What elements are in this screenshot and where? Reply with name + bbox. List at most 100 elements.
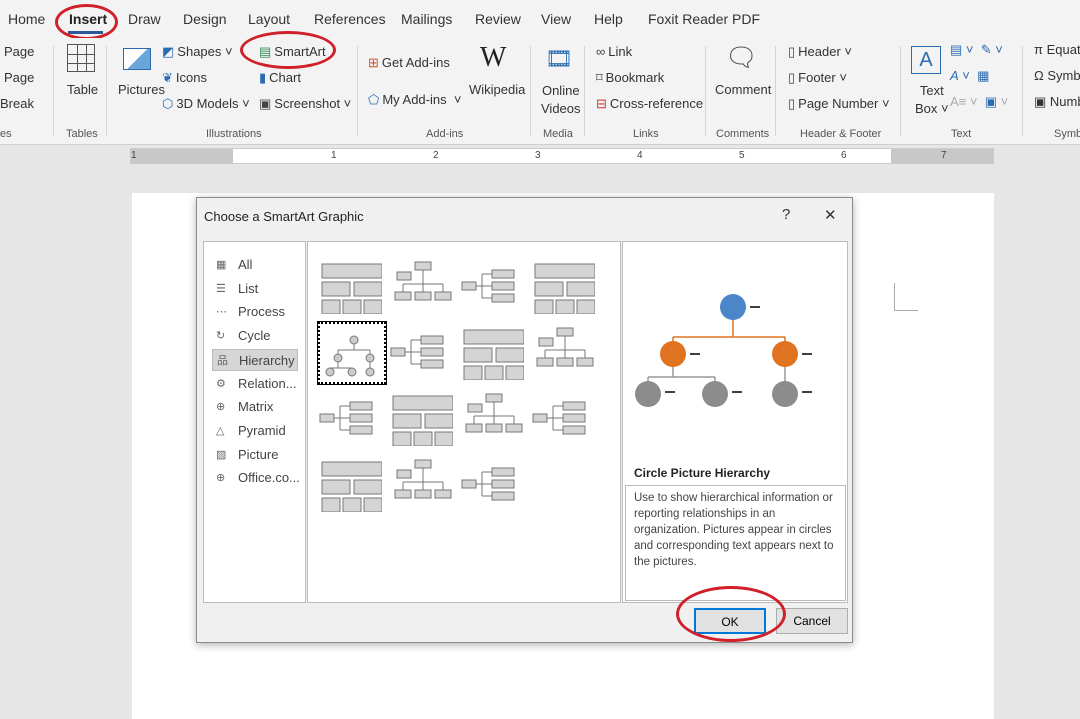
tab-view[interactable]: View	[541, 11, 571, 27]
3d-models-button[interactable]: ⬡ 3D Models ˅	[162, 96, 250, 112]
page-break-button[interactable]: Break	[0, 96, 34, 111]
text-box-button[interactable]: Text Box ˅	[915, 82, 949, 118]
online-videos-button[interactable]: Online Videos	[541, 82, 581, 118]
group-label-header-footer: Header & Footer	[800, 128, 882, 140]
divider	[775, 46, 776, 136]
category-relation[interactable]: ⚙ Relation...	[212, 373, 298, 395]
divider	[1022, 46, 1023, 136]
category-officeco[interactable]: ⊕ Office.co...	[212, 467, 300, 489]
category-list[interactable]: ☰ List	[212, 278, 298, 300]
layout-thumbnail[interactable]	[389, 256, 457, 318]
divider	[530, 46, 531, 136]
drop-cap-button[interactable]: A≡ ˅ ▣ ˅	[950, 94, 1008, 110]
layout-thumbnail[interactable]	[318, 454, 386, 516]
layout-preview-icon	[392, 395, 454, 447]
cancel-button[interactable]: Cancel	[776, 608, 848, 634]
blank-page-button[interactable]: Page	[4, 70, 34, 85]
tab-layout[interactable]: Layout	[248, 11, 290, 27]
all-icon: ▦	[216, 259, 227, 271]
bookmark-label: Bookmark	[605, 70, 665, 85]
cover-page-button[interactable]: Page	[4, 44, 34, 59]
number-button[interactable]: ▣ Numb	[1034, 94, 1080, 110]
group-label-illustrations: Illustrations	[206, 128, 262, 140]
icons-button[interactable]: ❦ Icons	[162, 70, 207, 86]
close-button[interactable]: ✕	[824, 206, 837, 224]
quick-parts-button[interactable]: ▤ ˅ ✎ ˅	[950, 42, 1003, 58]
tab-help[interactable]: Help	[594, 11, 623, 27]
layout-thumbnail[interactable]	[318, 256, 386, 318]
category-hierarchy[interactable]: 品 Hierarchy	[212, 348, 298, 371]
get-addins-button[interactable]: ⊞ Get Add-ins	[368, 55, 450, 71]
screenshot-button[interactable]: ▣ Screenshot ˅	[259, 96, 351, 112]
wikipedia-icon: W	[480, 42, 507, 73]
group-label-media: Media	[543, 128, 573, 140]
divider	[357, 46, 358, 136]
tab-design[interactable]: Design	[183, 11, 227, 27]
horizontal-ruler[interactable]: 1 1 2 3 4 5 6 7	[130, 148, 994, 164]
pi-icon: π	[1034, 42, 1047, 57]
tab-mailings[interactable]: Mailings	[401, 11, 452, 27]
layout-thumbnail[interactable]	[389, 388, 457, 450]
chart-button[interactable]: ▮ Chart	[259, 70, 301, 86]
category-label: Cycle	[238, 328, 271, 344]
category-pyramid[interactable]: △ Pyramid	[212, 420, 298, 442]
margin-corner-mark	[894, 283, 918, 311]
layout-thumbnail[interactable]	[460, 322, 528, 384]
tab-draw[interactable]: Draw	[128, 11, 161, 27]
layout-thumbnail[interactable]	[318, 388, 386, 450]
layout-thumbnail[interactable]	[460, 256, 528, 318]
divider	[705, 46, 706, 136]
comment-button[interactable]: Comment	[715, 82, 771, 97]
link-button[interactable]: ∞ Link	[596, 44, 632, 59]
bookmark-button[interactable]: ⌑ Bookmark	[596, 70, 664, 86]
category-matrix[interactable]: ⊕ Matrix	[212, 396, 298, 418]
layout-thumbnail[interactable]	[460, 454, 528, 516]
layout-thumbnail-circle-picture-hierarchy[interactable]	[317, 321, 387, 385]
page-number-icon: ▯	[788, 96, 796, 111]
cross-reference-button[interactable]: ⊟ Cross-reference	[596, 96, 703, 112]
equation-label: Equat	[1046, 42, 1080, 57]
pictures-button[interactable]: Pictures	[118, 82, 165, 97]
tab-references[interactable]: References	[314, 11, 386, 27]
footer-button[interactable]: ▯ Footer ˅	[788, 70, 847, 86]
box-label: Box	[915, 101, 938, 116]
page-number-button[interactable]: ▯ Page Number ˅	[788, 96, 890, 112]
tab-foxit[interactable]: Foxit Reader PDF	[648, 11, 760, 27]
preview-pane: Circle Picture Hierarchy Use to show hie…	[622, 241, 848, 603]
group-label-tables: Tables	[66, 128, 98, 140]
group-label-symbols: Symb	[1054, 128, 1080, 140]
online-label: Online	[541, 83, 580, 98]
symbol-button[interactable]: Ω Symb	[1034, 68, 1080, 83]
category-cycle[interactable]: ↻ Cycle	[212, 325, 298, 347]
shapes-button[interactable]: ◩ Shapes ˅	[162, 44, 233, 60]
text-box-icon: A	[911, 46, 941, 74]
group-label-pages: es	[0, 128, 12, 140]
tab-review[interactable]: Review	[475, 11, 521, 27]
ruler-number: 7	[941, 150, 947, 161]
ruler-number: 6	[841, 150, 847, 161]
category-label: Hierarchy	[239, 352, 295, 368]
my-addins-button[interactable]: ⬠ My Add-ins ˅	[368, 92, 461, 108]
wikipedia-button[interactable]: Wikipedia	[469, 82, 525, 97]
table-button[interactable]: Table	[67, 82, 98, 97]
header-icon: ▯	[788, 44, 796, 59]
layout-thumbnail[interactable]	[531, 256, 599, 318]
wordart-button[interactable]: A ˅ ▦	[950, 68, 989, 84]
layout-thumbnail[interactable]	[389, 454, 457, 516]
layout-thumbnail[interactable]	[531, 322, 599, 384]
ribbon: Page Page Break es Table Tables Pictures…	[0, 31, 1080, 145]
process-icon: ⋯	[216, 306, 227, 319]
cross-reference-label: Cross-reference	[609, 96, 704, 111]
category-all[interactable]: ▦ All	[212, 254, 298, 276]
layout-thumbnail[interactable]	[460, 388, 528, 450]
pyramid-icon: △	[216, 424, 225, 437]
header-button[interactable]: ▯ Header ˅	[788, 44, 852, 60]
category-picture[interactable]: ▨ Picture	[212, 444, 298, 466]
equation-button[interactable]: π Equat	[1034, 42, 1080, 57]
help-button[interactable]: ?	[782, 206, 790, 223]
tab-home[interactable]: Home	[8, 11, 45, 27]
category-process[interactable]: ⋯ Process	[212, 301, 298, 323]
layout-thumbnail[interactable]	[531, 388, 599, 450]
layout-thumbnail[interactable]	[389, 322, 457, 384]
group-label-comments: Comments	[716, 128, 770, 140]
